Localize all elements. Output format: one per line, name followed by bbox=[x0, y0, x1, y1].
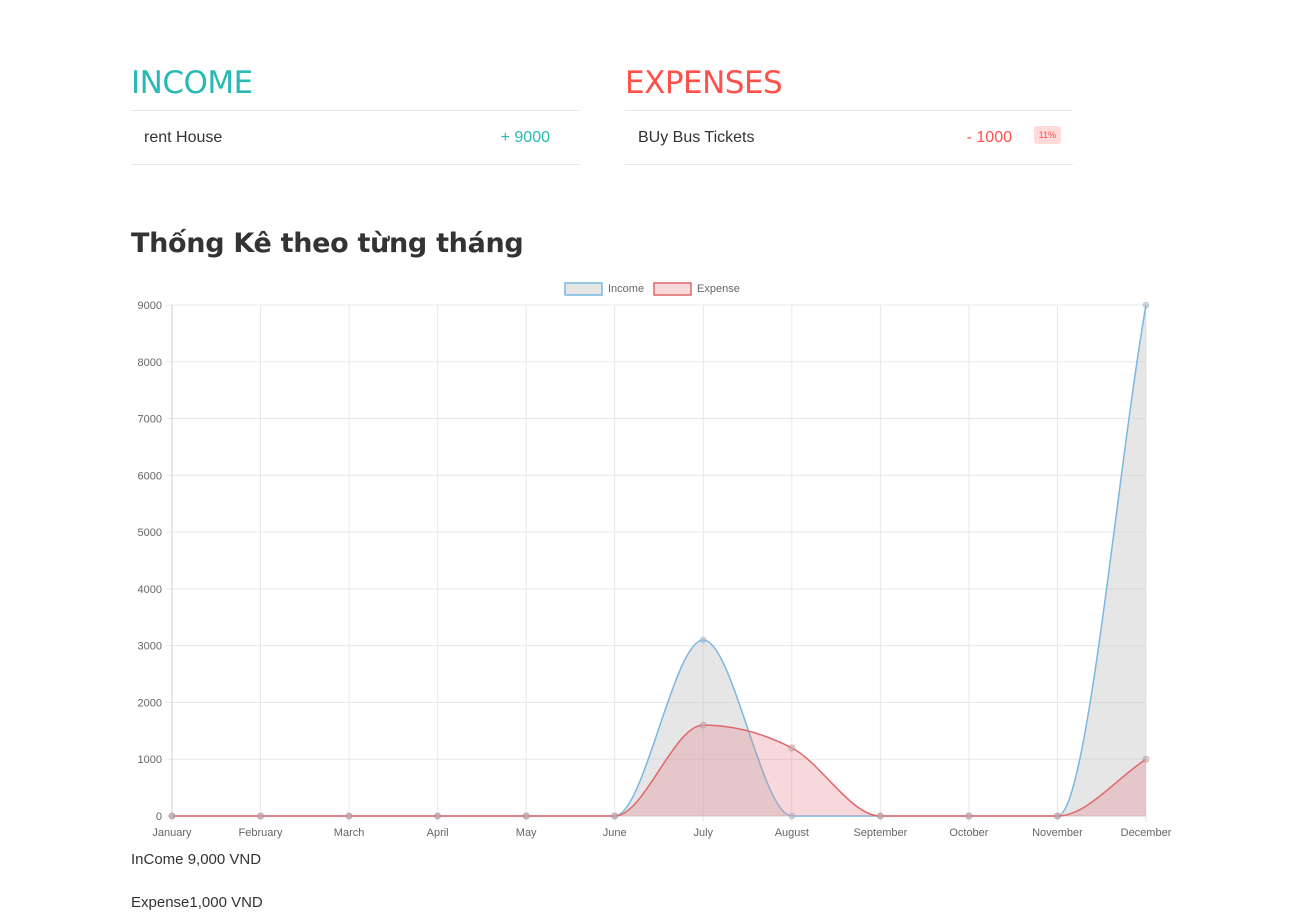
y-tick-label: 6000 bbox=[138, 470, 162, 482]
x-tick-label: November bbox=[1032, 827, 1083, 839]
x-tick-label: March bbox=[334, 827, 365, 839]
y-tick-label: 9000 bbox=[138, 300, 162, 312]
x-tick-label: January bbox=[152, 827, 192, 839]
expense-point bbox=[611, 812, 619, 820]
expense-legend-label: Expense bbox=[697, 283, 740, 295]
income-item-value: + 9000 bbox=[500, 129, 550, 146]
income-title: INCOME bbox=[131, 65, 253, 101]
expense-percentage-badge: 11% bbox=[1033, 126, 1061, 144]
income-legend-swatch bbox=[564, 282, 603, 296]
expenses-column: EXPENSES BUy Bus Tickets - 1000 11% bbox=[625, 60, 1073, 165]
y-tick-label: 0 bbox=[156, 811, 162, 823]
y-tick-label: 3000 bbox=[138, 641, 162, 653]
expense-point bbox=[876, 812, 884, 820]
expense-item-value: - 1000 bbox=[966, 129, 1012, 146]
expense-legend-swatch bbox=[653, 282, 692, 296]
x-tick-label: February bbox=[239, 827, 284, 839]
y-tick-label: 8000 bbox=[138, 357, 162, 369]
expense-point bbox=[788, 744, 796, 752]
expense-item-description: BUy Bus Tickets bbox=[638, 129, 755, 146]
expense-point bbox=[257, 812, 265, 820]
income-summary: InCome 9,000 VND bbox=[131, 851, 262, 868]
x-tick-label: July bbox=[693, 827, 713, 839]
x-tick-label: May bbox=[516, 827, 537, 839]
income-item[interactable]: rent House + 9000 bbox=[131, 110, 579, 165]
y-tick-label: 4000 bbox=[138, 584, 162, 596]
income-point bbox=[1142, 301, 1150, 309]
stats-title: Thống Kê theo từng tháng bbox=[131, 228, 524, 259]
y-tick-label: 1000 bbox=[138, 754, 162, 766]
x-tick-label: June bbox=[603, 827, 627, 839]
expense-point bbox=[699, 721, 707, 729]
expense-point bbox=[434, 812, 442, 820]
income-area bbox=[172, 305, 1146, 816]
income-legend-label: Income bbox=[608, 283, 644, 295]
expense-point bbox=[168, 812, 176, 820]
income-point bbox=[699, 636, 707, 644]
expense-summary: Expense1,000 VND bbox=[131, 894, 263, 911]
x-tick-label: December bbox=[1121, 827, 1172, 839]
expense-item[interactable]: BUy Bus Tickets - 1000 11% bbox=[625, 110, 1073, 165]
expense-point bbox=[965, 812, 973, 820]
y-tick-label: 7000 bbox=[138, 414, 162, 426]
y-tick-label: 5000 bbox=[138, 527, 162, 539]
y-tick-label: 2000 bbox=[138, 697, 162, 709]
expenses-title: EXPENSES bbox=[625, 65, 783, 101]
income-item-description: rent House bbox=[144, 129, 223, 146]
expense-point bbox=[1053, 812, 1061, 820]
x-tick-label: August bbox=[775, 827, 809, 839]
monthly-chart: 0 1000 2000 3000 4000 5000 6000 7000 8000 9000 Jan… bbox=[138, 282, 1172, 839]
expense-point bbox=[345, 812, 353, 820]
x-tick-label: September bbox=[853, 827, 907, 839]
expense-point bbox=[522, 812, 530, 820]
x-tick-label: April bbox=[427, 827, 449, 839]
income-column: INCOME rent House + 9000 bbox=[131, 60, 579, 165]
expense-point bbox=[1142, 755, 1150, 763]
x-tick-label: October bbox=[949, 827, 988, 839]
